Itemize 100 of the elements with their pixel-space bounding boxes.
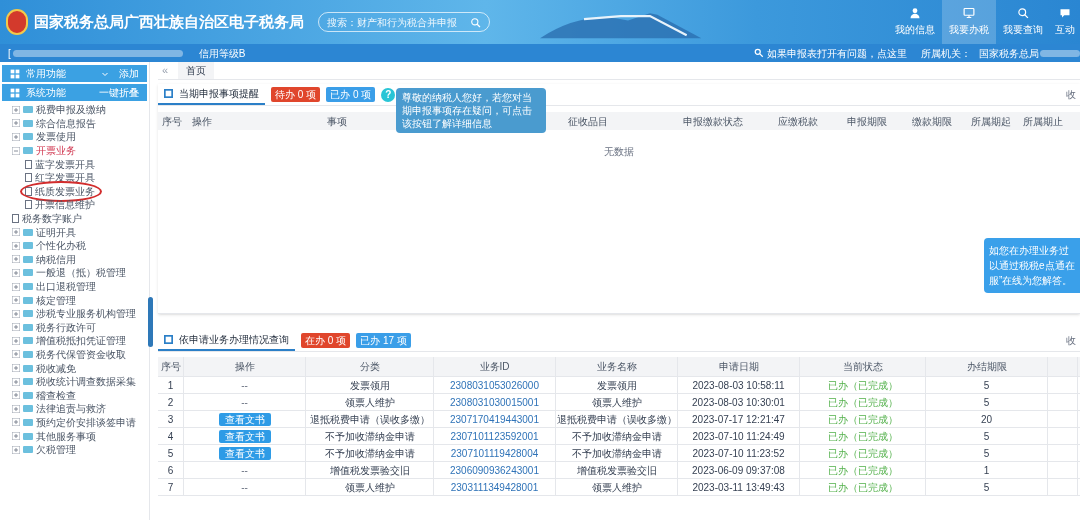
tree-item[interactable]: 综合信息报告 xyxy=(36,115,96,131)
view-document-button[interactable]: 查看文书 xyxy=(218,429,271,443)
tree-item[interactable]: 个性化办税 xyxy=(36,238,86,254)
business-id-link[interactable]: 2307101123592001 xyxy=(450,428,539,444)
table-cell-text: 2023-07-10 11:23:52 xyxy=(692,446,785,461)
tree-item[interactable]: 法律追责与救济 xyxy=(36,401,106,417)
tree-item[interactable]: 出口退税管理 xyxy=(36,279,96,294)
expand-toggle-icon[interactable] xyxy=(12,268,20,277)
help-link[interactable]: 如果申报表打开有问题，点这里 xyxy=(767,45,907,61)
tree-item[interactable]: 税务行政许可 xyxy=(36,319,96,335)
table-cell-text: 3 xyxy=(167,412,174,427)
tree-item[interactable]: 涉税专业服务机构管理 xyxy=(36,306,136,322)
table-cell-text: 2023-07-10 11:24:49 xyxy=(692,429,785,444)
section-action[interactable]: 添加 xyxy=(119,66,139,81)
expand-toggle-icon[interactable] xyxy=(12,133,20,141)
sidebar-section[interactable]: 系统功能 一键折叠 xyxy=(2,84,147,101)
column-header: 申报期限 xyxy=(847,114,887,129)
nav-button[interactable]: 互动 xyxy=(1050,0,1080,44)
business-id-link[interactable]: 2307170419443001 xyxy=(450,411,539,427)
expand-toggle-icon[interactable] xyxy=(12,336,20,345)
collapse-handle[interactable] xyxy=(148,297,153,347)
tree-item[interactable]: 税务数字账户 xyxy=(22,211,82,227)
view-document-button[interactable]: 查看文书 xyxy=(218,412,271,426)
collapse-sidebar-button[interactable]: « xyxy=(158,62,173,79)
sidebar-section[interactable]: 常用功能 添加 xyxy=(2,65,147,82)
tree-item[interactable]: 欠税管理 xyxy=(36,442,76,458)
expand-toggle-icon[interactable] xyxy=(12,364,20,373)
tree-item[interactable]: 一般退（抵）税管理 xyxy=(36,265,126,281)
expand-toggle-icon[interactable] xyxy=(12,228,20,237)
nav-button[interactable]: 我要办税 xyxy=(942,0,996,44)
expand-toggle-icon[interactable] xyxy=(12,282,20,291)
expand-toggle-icon[interactable] xyxy=(12,404,20,413)
table-cell-text: 发票领用 xyxy=(596,378,637,393)
count-badge[interactable]: 已办 17 项 xyxy=(356,333,411,348)
count-badge[interactable]: 待办 0 项 xyxy=(271,87,321,102)
column-header: 所属期止 xyxy=(1023,114,1063,129)
count-badge[interactable]: 已办 0 项 xyxy=(326,87,376,102)
column-header: 操作 xyxy=(192,114,212,129)
table-cell-text: 7 xyxy=(167,480,174,495)
business-id-link[interactable]: 2303111349428001 xyxy=(450,479,539,495)
panel-title: 依申请业务办理情况查询 xyxy=(158,330,295,351)
tree-item[interactable]: 增值税抵扣凭证管理 xyxy=(36,333,126,349)
collapse-link[interactable]: 收 xyxy=(1066,333,1076,348)
table-cell-text: 5 xyxy=(167,446,174,461)
tree-item[interactable]: 红字发票开具 xyxy=(35,170,95,186)
expand-toggle-icon[interactable] xyxy=(12,119,20,128)
section-action[interactable]: 一键折叠 xyxy=(99,85,139,100)
view-document-button[interactable]: 查看文书 xyxy=(218,446,271,460)
table-cell-text: 已办（已完成） xyxy=(827,378,898,393)
count-badge[interactable]: 在办 0 项 xyxy=(301,333,351,348)
expand-toggle-icon[interactable] xyxy=(12,323,20,332)
expand-toggle-icon[interactable] xyxy=(12,418,20,427)
expand-toggle-icon[interactable] xyxy=(12,309,20,318)
tree-item[interactable]: 蓝字发票开具 xyxy=(35,156,95,172)
expand-toggle-icon[interactable] xyxy=(12,296,20,305)
grid-icon xyxy=(10,68,20,79)
tree-item[interactable]: 纸质发票业务 xyxy=(35,183,95,199)
table-cell-text: 2023-08-03 10:30:01 xyxy=(692,395,785,410)
collapse-toggle-icon[interactable] xyxy=(12,146,20,155)
tree-item[interactable]: 其他服务事项 xyxy=(36,428,96,444)
tree-item[interactable]: 税务代保管资金收取 xyxy=(36,347,126,362)
tree-item[interactable]: 纳税信用 xyxy=(36,251,76,267)
expand-toggle-icon[interactable] xyxy=(12,350,20,359)
table-cell-text: 20 xyxy=(980,412,993,427)
tree-item[interactable]: 稽查检查 xyxy=(36,387,76,403)
tree-item[interactable]: 预约定价安排谈签申请 xyxy=(36,414,136,430)
tree-item[interactable]: 证明开具 xyxy=(36,224,76,240)
expand-toggle-icon[interactable] xyxy=(12,432,20,441)
table-cell-text: 已办（已完成） xyxy=(827,395,898,410)
tree-item[interactable]: 开票业务 xyxy=(36,143,76,159)
popup-text-line: 服”在线为您解答。 xyxy=(989,274,1074,288)
table-cell-text: 1 xyxy=(167,378,174,393)
search-icon[interactable] xyxy=(470,16,481,28)
column-header: 序号 xyxy=(162,114,182,129)
expand-toggle-icon[interactable] xyxy=(12,105,20,114)
tree-item[interactable]: 开票信息维护 xyxy=(35,197,95,213)
site-title: 国家税务总局广西壮族自治区电子税务局 xyxy=(34,11,304,32)
expand-toggle-icon[interactable] xyxy=(12,241,20,250)
business-id-link[interactable]: 2307101119428004 xyxy=(450,445,539,461)
business-id-link[interactable]: 2308031053026000 xyxy=(450,377,539,393)
expand-toggle-icon[interactable] xyxy=(12,377,20,386)
monitor-icon xyxy=(963,7,975,19)
business-id-link[interactable]: 2306090936243001 xyxy=(450,462,539,478)
collapse-link[interactable]: 收 xyxy=(1066,87,1076,102)
table-cell-text: 不予加收滞纳金申请 xyxy=(571,446,662,461)
expand-toggle-icon[interactable] xyxy=(12,255,20,264)
tab[interactable]: 首页 xyxy=(178,62,215,79)
business-id-link[interactable]: 2308031030015001 xyxy=(450,394,539,410)
nav-button[interactable]: 我要查询 xyxy=(996,0,1050,44)
tree-item[interactable]: 发票使用 xyxy=(36,129,76,145)
table-cell-text: 不予加收滞纳金申请 xyxy=(324,446,415,461)
tree-item[interactable]: 税费申报及缴纳 xyxy=(36,102,106,118)
table-cell-text: 不予加收滞纳金申请 xyxy=(324,429,415,444)
expand-toggle-icon[interactable] xyxy=(12,445,20,454)
tree-item[interactable]: 税收统计调查数据采集 xyxy=(36,374,136,390)
nav-button[interactable]: 我的信息 xyxy=(888,0,942,44)
table-cell-text: 已办（已完成） xyxy=(827,480,898,495)
tree-item[interactable]: 税收减免 xyxy=(36,360,76,376)
tree-item[interactable]: 核定管理 xyxy=(36,292,76,308)
expand-toggle-icon[interactable] xyxy=(12,391,20,400)
